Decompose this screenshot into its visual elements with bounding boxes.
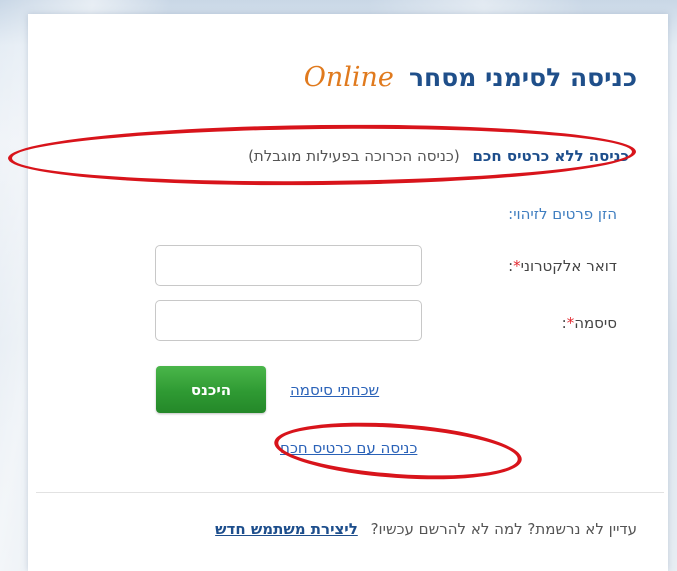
smartcard-login-link[interactable]: כניסה עם כרטיס חכם (280, 439, 417, 457)
no-smartcard-row: כניסה ללא כרטיס חכם (כניסה הכרוכה בפעילו… (248, 147, 629, 165)
page-title-online: Online (303, 62, 394, 93)
password-label-text: סיסמה (574, 314, 617, 332)
footer-row: עדיין לא נרשמת? למה לא להרשם עכשיו? ליצי… (215, 520, 637, 538)
footer-text: עדיין לא נרשמת? למה לא להרשם עכשיו? (370, 520, 637, 538)
login-button[interactable]: היכנס (156, 366, 266, 413)
footer-divider (36, 492, 664, 493)
email-label: דואר אלקטרוני*: (508, 257, 617, 275)
identification-heading: הזן פרטים לזיהוי: (508, 205, 617, 223)
forgot-password-link[interactable]: שכחתי סיסמה (290, 381, 379, 399)
page-title: כניסה לסימני מסחר Online (304, 62, 637, 93)
register-link[interactable]: ליצירת משתמש חדש (215, 520, 358, 538)
password-label: סיסמה*: (562, 314, 617, 332)
no-smartcard-login-link[interactable]: כניסה ללא כרטיס חכם (472, 147, 629, 165)
email-label-text: דואר אלקטרוני (520, 257, 617, 275)
page-title-text: כניסה לסימני מסחר (409, 63, 637, 92)
email-required-mark: * (513, 257, 521, 275)
password-field[interactable] (155, 300, 422, 341)
email-field[interactable] (155, 245, 422, 286)
no-smartcard-note: (כניסה הכרוכה בפעילות מוגבלת) (248, 147, 460, 165)
login-panel (28, 14, 668, 571)
